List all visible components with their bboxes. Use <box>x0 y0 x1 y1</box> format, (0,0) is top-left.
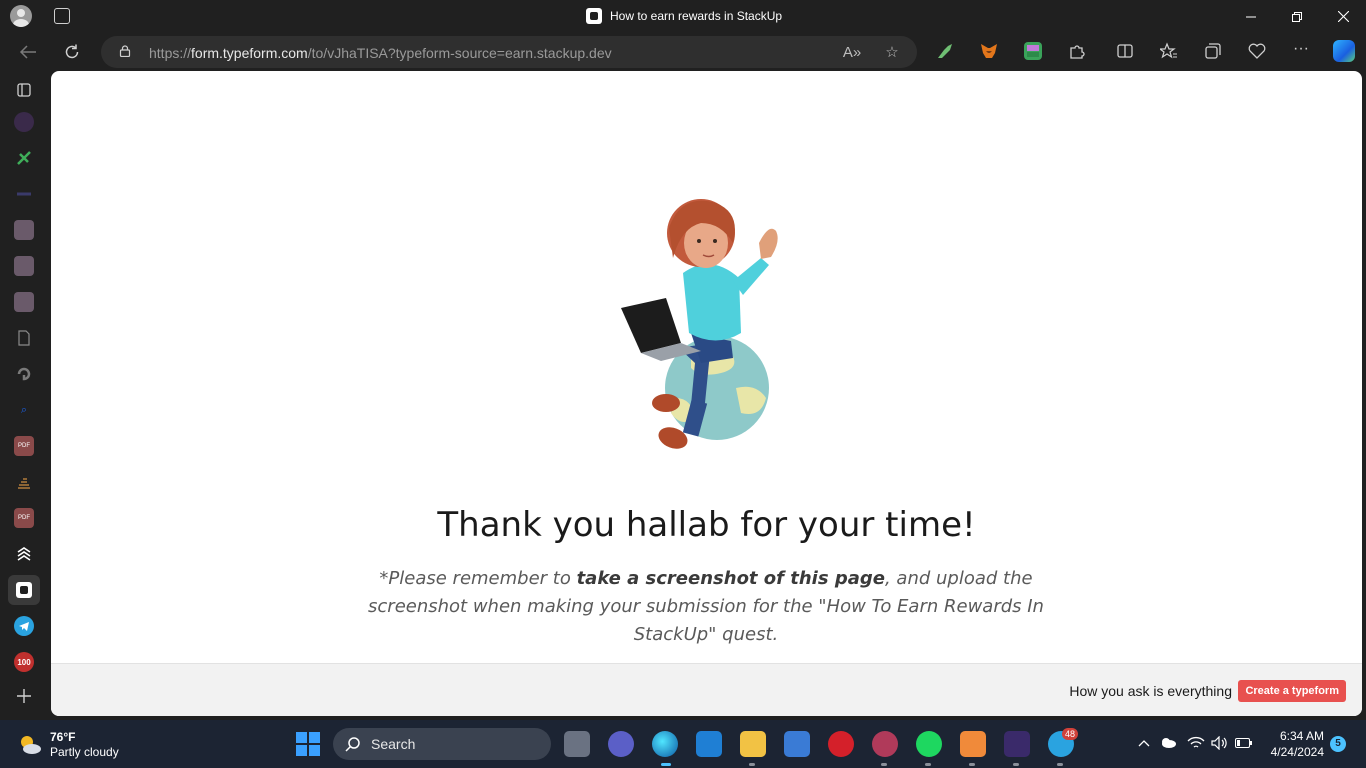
screenshot-instruction-text: *Please remember to take a screenshot of… <box>368 568 1044 645</box>
tab-favicon-stack-icon[interactable] <box>14 472 34 492</box>
weather-widget[interactable]: 76°F Partly cloudy <box>18 730 119 760</box>
address-bar[interactable]: https://form.typeform.com/to/vJhaTISA?ty… <box>101 36 917 68</box>
tab-favicon-stackup-icon[interactable] <box>14 544 34 564</box>
vscode-icon[interactable] <box>696 731 722 757</box>
browser-toolbar: https://form.typeform.com/to/vJhaTISA?ty… <box>0 33 1366 71</box>
tab-favicon-green-icon[interactable] <box>14 148 34 168</box>
clock-time: 6:34 AM <box>1279 729 1324 743</box>
teams-chat-icon[interactable] <box>608 731 634 757</box>
web-page-content: Thank you hallab for your time! *Please … <box>51 71 1362 716</box>
edge-browser-icon[interactable] <box>652 731 678 757</box>
tab-favicon-purple-icon[interactable] <box>14 112 34 132</box>
vertical-tabs-sidebar: ⌕ PDF PDF 100 <box>0 71 48 720</box>
tab-favicon-dark-icon[interactable] <box>14 184 34 204</box>
weather-temperature: 76°F <box>50 730 76 744</box>
refresh-button[interactable] <box>61 41 83 63</box>
extension-dinosaur-icon[interactable] <box>936 42 954 60</box>
collections-icon[interactable] <box>1204 42 1222 60</box>
partly-cloudy-icon <box>21 736 41 754</box>
task-view-icon[interactable] <box>564 731 590 757</box>
opera-browser-icon[interactable] <box>828 731 854 757</box>
restore-icon <box>1292 11 1302 22</box>
typeform-footer: How you ask is everything Create a typef… <box>51 663 1362 716</box>
tab-actions-icon[interactable] <box>14 80 34 100</box>
favorites-icon[interactable] <box>1158 42 1178 60</box>
new-tab-plus-icon[interactable] <box>14 686 34 706</box>
tab-favicon-search-icon[interactable]: ⌕ <box>14 400 34 420</box>
weather-description: Partly cloudy <box>50 745 119 759</box>
back-button[interactable] <box>17 41 39 63</box>
texstudio-icon[interactable] <box>1004 731 1030 757</box>
copilot-icon[interactable] <box>1333 40 1355 62</box>
settings-more-icon[interactable]: ··· <box>1292 41 1310 60</box>
volume-icon[interactable] <box>1211 734 1229 752</box>
explorer-running-indicator <box>749 763 755 766</box>
back-arrow-icon <box>19 45 36 59</box>
tab-favicon-typeform-icon[interactable] <box>14 580 34 600</box>
tab-favicon-pdf-icon[interactable]: PDF <box>14 436 34 456</box>
minimize-button[interactable] <box>1228 0 1274 33</box>
battery-icon[interactable] <box>1235 734 1253 752</box>
notification-count-badge[interactable]: 5 <box>1330 736 1346 752</box>
app-flower-icon[interactable] <box>872 731 898 757</box>
tab-favicon-hex-icon[interactable] <box>14 292 34 312</box>
browser-title-bar: How to earn rewards in StackUp <box>0 0 1366 33</box>
close-icon <box>1337 11 1349 22</box>
extensions-puzzle-icon[interactable] <box>1068 42 1086 60</box>
search-label: Search <box>371 736 416 752</box>
create-typeform-button[interactable]: Create a typeform <box>1238 680 1346 702</box>
start-windows-icon[interactable] <box>295 731 321 757</box>
profile-avatar-icon[interactable] <box>10 5 32 27</box>
tab-favicon-hex-icon[interactable] <box>14 220 34 240</box>
minimize-icon <box>1246 16 1256 17</box>
app-orange-icon[interactable] <box>960 731 986 757</box>
app-running-indicator <box>881 763 887 766</box>
footer-tagline: How you ask is everything <box>1069 683 1232 699</box>
tab-favicon-document-icon[interactable] <box>14 328 34 348</box>
tab-favicon-pdf-icon[interactable]: PDF <box>14 508 34 528</box>
search-icon <box>345 737 360 752</box>
workspaces-icon[interactable] <box>54 8 70 24</box>
microsoft-store-icon[interactable] <box>784 731 810 757</box>
onedrive-cloud-icon[interactable] <box>1159 734 1177 752</box>
thank-you-heading: Thank you hallab for your time! <box>437 505 976 545</box>
tab-favicon-telegram-icon[interactable] <box>14 616 34 636</box>
read-aloud-icon[interactable]: A» <box>842 42 862 62</box>
tab-title: How to earn rewards in StackUp <box>610 9 783 23</box>
split-screen-icon[interactable] <box>1116 42 1134 60</box>
system-clock[interactable]: 6:34 AM 4/24/2024 <box>1266 728 1324 760</box>
windows-taskbar: 76°F Partly cloudy Search 48 6:34 AM 4/2… <box>0 720 1366 768</box>
spotify-running-indicator <box>925 763 931 766</box>
wifi-icon[interactable] <box>1187 734 1205 752</box>
tab-favicon-swirl-icon[interactable] <box>14 364 34 384</box>
active-tab[interactable]: How to earn rewards in StackUp <box>586 8 782 24</box>
refresh-icon <box>65 44 79 59</box>
tab-favicon-hex-icon[interactable] <box>14 256 34 276</box>
restore-button[interactable] <box>1274 0 1320 33</box>
show-hidden-icons-chevron-icon[interactable] <box>1135 734 1153 752</box>
browser-essentials-icon[interactable] <box>1248 42 1266 60</box>
app-running-indicator <box>1013 763 1019 766</box>
clock-date: 4/24/2024 <box>1270 745 1324 759</box>
app-running-indicator <box>969 763 975 766</box>
telegram-badge: 48 <box>1062 728 1079 740</box>
telegram-running-indicator <box>1057 763 1063 766</box>
character-on-globe-illustration <box>621 199 778 449</box>
close-button[interactable] <box>1320 0 1366 33</box>
taskbar-search-box[interactable]: Search <box>333 728 551 760</box>
favorite-star-icon[interactable]: ☆ <box>882 42 902 62</box>
metamask-fox-icon[interactable] <box>980 42 998 60</box>
extension-green-icon[interactable] <box>1024 42 1042 60</box>
file-explorer-icon[interactable] <box>740 731 766 757</box>
edge-active-indicator <box>661 763 671 766</box>
tab-favicon-100-icon[interactable]: 100 <box>14 652 34 672</box>
lock-icon[interactable] <box>119 45 131 57</box>
typeform-favicon-icon <box>586 8 602 24</box>
spotify-icon[interactable] <box>916 731 942 757</box>
url-text: https://form.typeform.com/to/vJhaTISA?ty… <box>149 45 612 61</box>
